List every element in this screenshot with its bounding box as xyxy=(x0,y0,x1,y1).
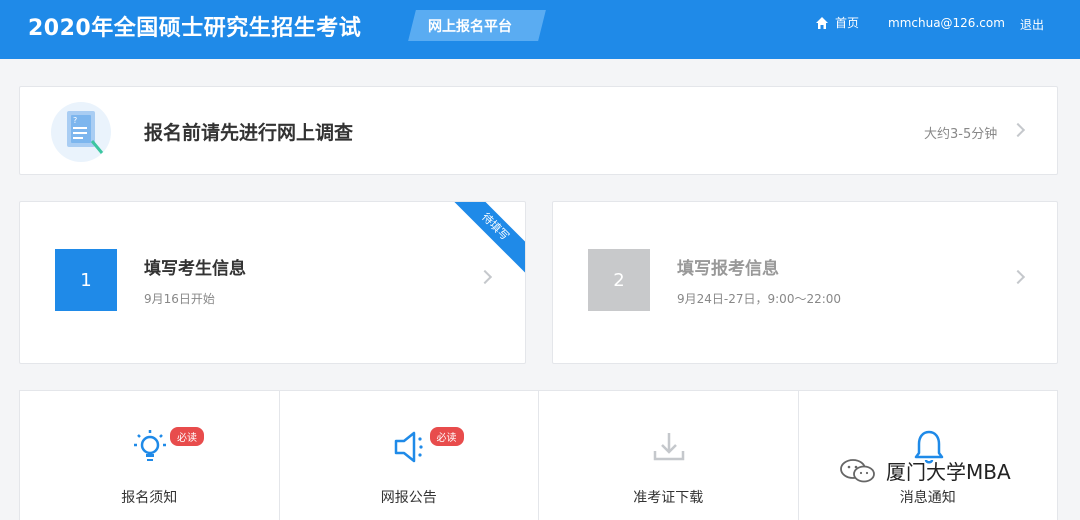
lightbulb-icon xyxy=(134,430,166,461)
menu-item-label: 报名须知 xyxy=(121,490,178,506)
nav-home-label: 首页 xyxy=(835,16,860,30)
svg-text:?: ? xyxy=(73,116,77,125)
must-read-badge: 必读 xyxy=(170,427,204,446)
survey-duration: 大约3-5分钟 xyxy=(924,127,998,142)
step-subtitle: 9月24日-27日，9:00～22:00 xyxy=(677,292,842,306)
menu-item-label: 准考证下载 xyxy=(633,490,704,506)
logout-link[interactable]: 退出 xyxy=(1020,16,1044,33)
status-ribbon: 待填写 xyxy=(444,202,525,278)
step-subtitle: 9月16日开始 xyxy=(144,292,215,306)
step-number-box: 1 xyxy=(55,249,117,311)
platform-tag: 网上报名平台 xyxy=(428,19,512,35)
top-header: 2020年全国硕士研究生招生考试 网上报名平台 首页 mmchua@126.co… xyxy=(0,0,1080,59)
home-icon xyxy=(816,16,828,29)
wechat-watermark: 厦门大学MBA xyxy=(838,456,1011,485)
survey-document-icon: ? xyxy=(51,102,111,162)
menu-item-registration-notice[interactable]: 必读 报名须知 xyxy=(20,391,280,520)
survey-title: 报名前请先进行网上调查 xyxy=(144,122,354,144)
user-email: mmchua@126.com xyxy=(888,16,1005,30)
menu-item-label: 消息通知 xyxy=(899,490,956,506)
quick-menu: 必读 报名须知 必读 网报公告 准考证下载 消息通知 xyxy=(19,390,1058,520)
menu-item-announcements[interactable]: 必读 网报公告 xyxy=(280,391,539,520)
step-title: 填写考生信息 xyxy=(144,259,246,279)
step-card-1[interactable]: 1 填写考生信息 9月16日开始 待填写 xyxy=(19,201,526,364)
nav-home-link[interactable]: 首页 xyxy=(815,14,859,31)
watermark-text: 厦门大学MBA xyxy=(886,460,1011,484)
survey-card[interactable]: ? 报名前请先进行网上调查 大约3-5分钟 xyxy=(19,86,1058,175)
step-card-2[interactable]: 2 填写报考信息 9月24日-27日，9:00～22:00 xyxy=(552,201,1058,364)
wechat-icon xyxy=(840,458,875,482)
app-title: 2020年全国硕士研究生招生考试 xyxy=(28,16,362,41)
chevron-right-icon xyxy=(1010,269,1026,285)
menu-item-admission-ticket-download[interactable]: 准考证下载 xyxy=(539,391,799,520)
menu-item-label: 网报公告 xyxy=(380,490,437,506)
step-number-box: 2 xyxy=(588,249,650,311)
chevron-right-icon xyxy=(477,269,493,285)
megaphone-icon xyxy=(394,431,423,463)
download-icon xyxy=(653,433,685,461)
step-title: 填写报考信息 xyxy=(677,259,779,279)
must-read-badge: 必读 xyxy=(429,427,464,446)
chevron-right-icon xyxy=(1010,122,1026,138)
